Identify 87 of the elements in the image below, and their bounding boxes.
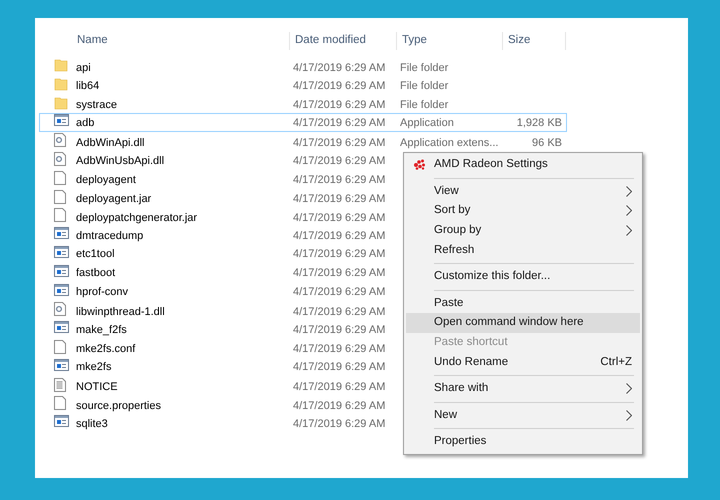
menu-item[interactable]: Group by (406, 220, 640, 240)
application-icon (54, 246, 69, 258)
file-icon (54, 170, 66, 185)
date-modified: 4/17/2019 6:29 AM (293, 193, 386, 206)
file-name[interactable]: lib64 (76, 80, 100, 92)
chevron-right-icon (626, 410, 632, 421)
date-modified: 4/17/2019 6:29 AM (293, 155, 386, 168)
application-icon (54, 264, 69, 277)
file-name[interactable]: deploypatchgenerator.jar (76, 212, 198, 224)
file-name[interactable]: adb (76, 116, 94, 129)
file-size: 96 KB (532, 136, 562, 149)
date-modified: 4/17/2019 6:29 AM (293, 62, 386, 74)
menu-item[interactable]: AMD Radeon Settings (406, 155, 640, 175)
name-column-header[interactable]: Name (72, 32, 290, 50)
date-modified: 4/17/2019 6:29 AM (293, 324, 386, 336)
folder-icon (54, 58, 68, 72)
menu-item[interactable]: Open command window here (406, 313, 640, 333)
file-name[interactable]: deployagent.jar (76, 193, 152, 206)
date-modified: 4/17/2019 6:29 AM (293, 230, 386, 242)
file-icon (54, 340, 66, 354)
file-name[interactable]: systrace (76, 99, 117, 112)
file-type: Application extens... (400, 136, 498, 149)
menu-item[interactable]: Share with (406, 378, 640, 399)
date-modified: 4/17/2019 6:29 AM (293, 286, 386, 298)
date-modified: 4/17/2019 6:29 AM (293, 80, 386, 92)
file-icon (54, 190, 66, 204)
file-name[interactable]: AdbWinApi.dll (76, 136, 144, 149)
file-name[interactable]: etc1tool (76, 248, 115, 260)
folder-icon (54, 96, 68, 110)
file-type: Application (400, 116, 454, 129)
file-name[interactable]: make_f2fs (76, 324, 127, 336)
file-name[interactable]: AdbWinUsbApi.dll (76, 155, 164, 168)
file-name[interactable]: sqlite3 (76, 418, 108, 430)
chevron-right-icon (626, 186, 632, 197)
menu-item[interactable]: Sort by (406, 201, 640, 221)
file-size: 1,928 KB (516, 116, 562, 129)
date-modified: 4/17/2019 6:29 AM (293, 381, 386, 394)
file-icon (54, 208, 66, 222)
date-modified: 4/17/2019 6:29 AM (293, 400, 386, 412)
date-modified: 4/17/2019 6:29 AM (293, 267, 386, 280)
chevron-right-icon (626, 205, 632, 216)
file-name[interactable]: NOTICE (76, 381, 118, 394)
selected-file-row[interactable]: adb 4/17/2019 6:29 AM Application 1,928 KB (39, 113, 567, 132)
date-modified: 4/17/2019 6:29 AM (293, 174, 386, 186)
text-file-icon (54, 378, 66, 392)
application-icon (54, 321, 69, 334)
date-modified: 4/17/2019 6:29 AM (293, 248, 386, 260)
application-icon (54, 358, 69, 371)
menu-item[interactable]: Refresh (406, 240, 640, 260)
date-modified: 4/17/2019 6:29 AM (293, 343, 386, 356)
date-modified: 4/17/2019 6:29 AM (293, 361, 386, 374)
file-type: File folder (400, 99, 448, 112)
date-modified: 4/17/2019 6:29 AM (293, 418, 386, 430)
application-icon (54, 227, 69, 240)
chevron-right-icon (626, 383, 632, 394)
file-icon (54, 396, 66, 410)
file-name[interactable]: hprof-conv (76, 286, 128, 298)
file-name[interactable]: source.properties (76, 400, 161, 412)
file-name[interactable]: fastboot (76, 267, 116, 280)
file-name[interactable]: libwinpthread-1.dll (76, 306, 165, 318)
application-icon (54, 284, 69, 296)
date-modified: 4/17/2019 6:29 AM (293, 212, 386, 224)
menu-item[interactable]: New (406, 406, 640, 426)
date-column-header[interactable]: Date modified (290, 32, 397, 50)
file-type: File folder (400, 80, 448, 92)
date-modified: 4/17/2019 6:29 AM (293, 306, 386, 318)
application-icon (54, 114, 69, 126)
menu-item[interactable]: Undo Rename Ctrl+Z (406, 352, 640, 372)
file-name[interactable]: mke2fs.conf (76, 343, 136, 356)
file-name[interactable]: deployagent (76, 174, 136, 186)
folder-icon (54, 76, 68, 91)
date-modified: 4/17/2019 6:29 AM (293, 99, 386, 112)
menu-item[interactable]: Paste (406, 294, 640, 314)
file-type: File folder (400, 62, 448, 74)
file-name[interactable]: mke2fs (76, 361, 112, 374)
menu-item[interactable]: Customize this folder... (406, 266, 640, 287)
file-name[interactable]: api (76, 62, 91, 74)
size-column-header[interactable]: Size (503, 32, 566, 50)
date-modified: 4/17/2019 6:29 AM (293, 136, 386, 149)
chevron-right-icon (626, 225, 632, 236)
file-name[interactable]: dmtracedump (76, 230, 144, 242)
date-modified: 4/17/2019 6:29 AM (293, 116, 386, 129)
type-column-header[interactable]: Type (397, 32, 503, 50)
menu-item[interactable]: View (406, 182, 640, 202)
radeon-logo-icon (413, 159, 426, 170)
menu-item[interactable]: Properties (406, 432, 640, 452)
application-icon (54, 415, 69, 428)
